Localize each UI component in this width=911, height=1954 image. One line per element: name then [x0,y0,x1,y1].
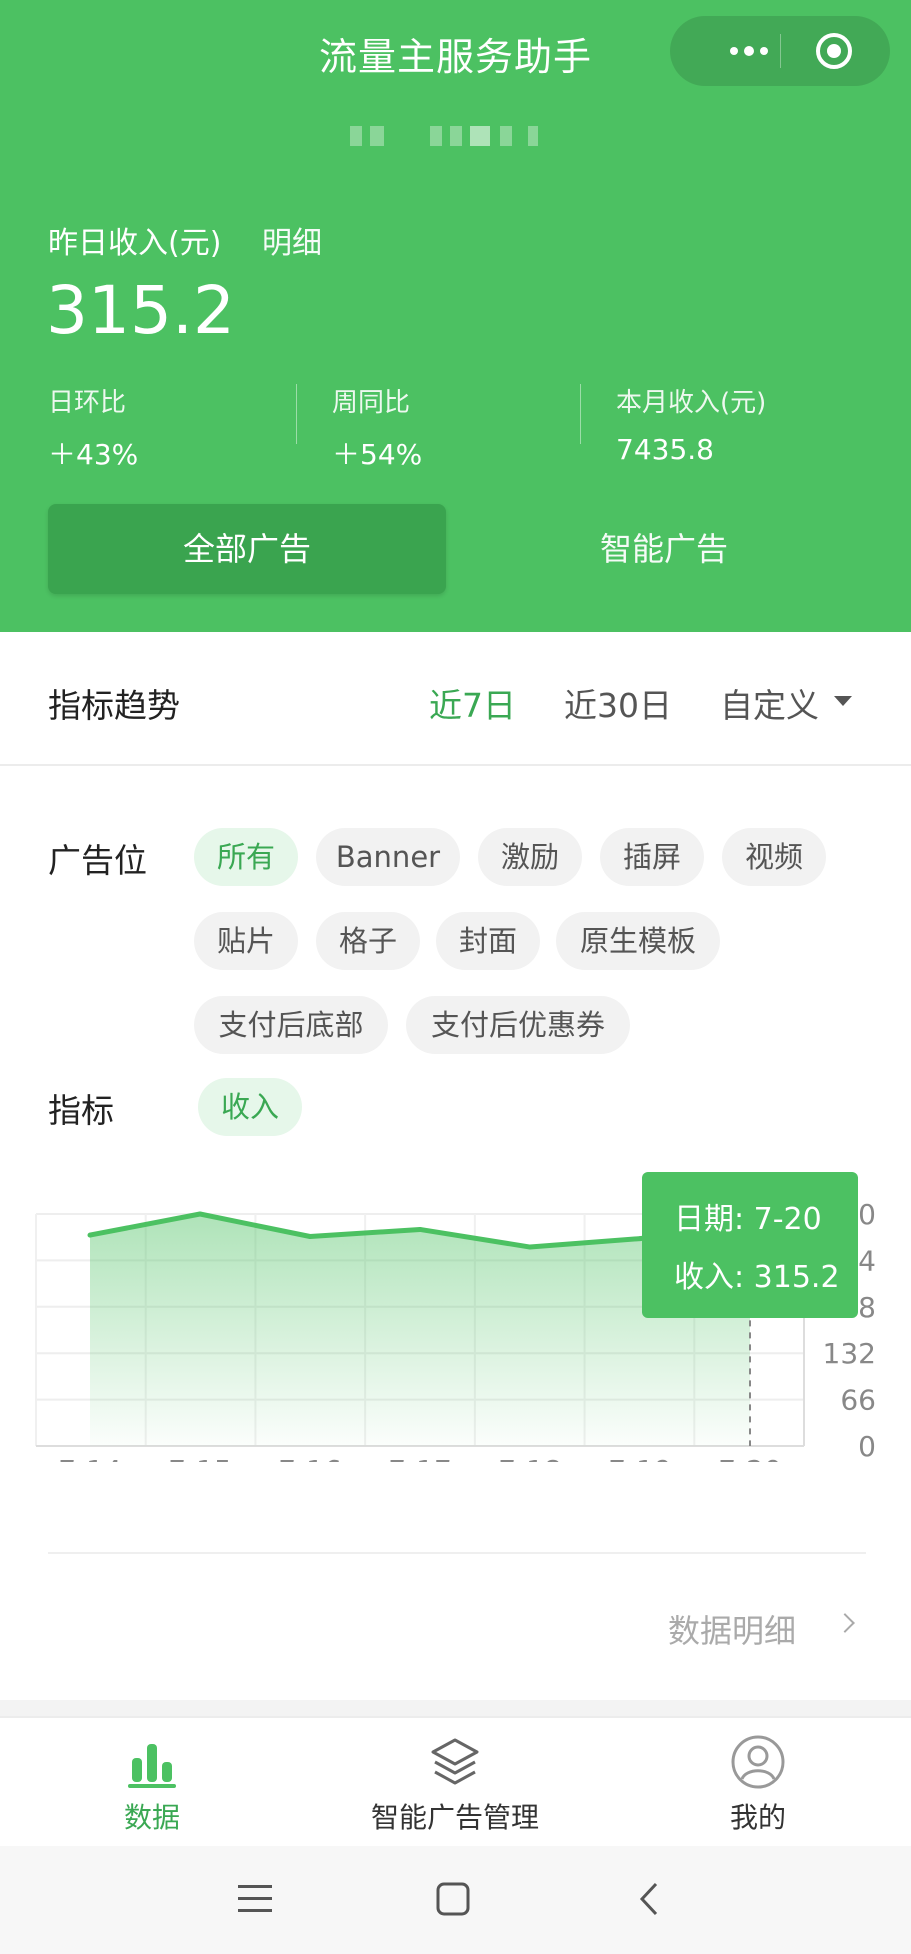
tab-label: 智能广告管理 [370,1801,539,1834]
user-icon [731,1735,785,1789]
chip-position[interactable]: 视频 [722,828,826,886]
tooltip-value: 收入: 315.2 [674,1260,840,1295]
home-icon[interactable] [434,1880,472,1918]
income-detail-link[interactable]: 明细 [262,218,322,262]
trend-panel: 指标趋势 近7日 近30日 自定义 广告位 所有 Banner 激励 插屏 视频… [0,632,911,1700]
chip-position[interactable]: 激励 [478,828,582,886]
bar-chart-icon [128,1744,176,1788]
tooltip-date: 日期: 7-20 [674,1202,822,1237]
tab-mine[interactable]: 我的 [658,1718,858,1846]
chevron-right-icon[interactable] [835,1613,855,1633]
tab-label: 我的 [729,1801,786,1834]
data-detail-link[interactable]: 数据明细 [668,1606,796,1652]
tab-smart-ad-manage[interactable]: 智能广告管理 [355,1718,555,1846]
data-point [307,1233,313,1239]
chip-position[interactable]: 格子 [316,912,420,970]
divider [48,1552,866,1554]
x-tick-label: 7-19 [608,1454,672,1462]
chart-tooltip: 日期: 7-20 收入: 315.2 [642,1172,858,1318]
range-30-days[interactable]: 近30日 [564,679,672,727]
y-tick-label: 66 [840,1384,876,1417]
stat-day-ratio: 日环比 ＋43% [48,382,138,473]
tab-data[interactable]: 数据 [52,1718,252,1846]
yesterday-income-label: 昨日收入(元) [48,226,222,261]
stat-label: 周同比 [332,388,411,418]
x-tick-label: 7-16 [278,1454,342,1462]
ad-type-tabs: 全部广告 智能广告 [48,504,863,594]
y-tick-label: 132 [823,1337,876,1370]
chip-position[interactable]: Banner [316,828,460,886]
stat-label: 本月收入(元) [616,388,767,418]
chip-position[interactable]: 插屏 [600,828,704,886]
tab-smart-ads[interactable]: 智能广告 [465,504,863,594]
divider [0,764,911,766]
chip-position[interactable]: 所有 [194,828,298,886]
stat-week-ratio: 周同比 ＋54% [332,382,422,473]
data-point [527,1244,533,1250]
data-point [197,1211,203,1217]
x-tick-label: 7-20 [718,1454,782,1462]
layers-icon [431,1738,479,1785]
x-tick-label: 7-14 [58,1454,122,1462]
back-icon[interactable] [634,1880,662,1918]
x-tick-label: 7-18 [498,1454,562,1462]
chip-position[interactable]: 贴片 [194,912,298,970]
chip-metric[interactable]: 收入 [198,1078,302,1136]
system-nav-bar [0,1846,911,1954]
y-tick-label: 0 [858,1430,876,1462]
data-point [417,1226,423,1232]
data-point [87,1232,93,1238]
range-custom[interactable]: 自定义 [720,679,819,727]
range-7-days[interactable]: 近7日 [429,679,516,727]
more-icon[interactable] [700,16,790,86]
tab-all-ads[interactable]: 全部广告 [48,504,446,594]
trend-title: 指标趋势 [48,686,180,725]
metric-label: 指标 [48,1091,114,1130]
account-name-blurred [350,126,550,148]
tab-label: 数据 [123,1801,180,1834]
mini-program-capsule [670,16,890,86]
x-tick-label: 7-15 [168,1454,232,1462]
yesterday-income-value: 315.2 [46,272,235,349]
x-tick-label: 7-17 [388,1454,452,1462]
chip-position[interactable]: 支付后底部 [194,996,388,1054]
ad-position-label: 广告位 [48,841,147,880]
chip-position[interactable]: 封面 [436,912,540,970]
close-target-icon[interactable] [814,31,854,71]
stat-value: 7435.8 [616,433,714,466]
stat-month-income: 本月收入(元) 7435.8 [616,382,766,466]
chevron-down-icon[interactable] [834,696,852,706]
chip-position[interactable]: 原生模板 [556,912,720,970]
header: 流量主服务助手 昨日收入(元) 明细 315.2 日环比 ＋43% 周同比 ＋5… [0,0,911,632]
menu-icon[interactable] [236,1882,274,1916]
stat-label: 日环比 [48,388,127,418]
stat-value: ＋43% [48,438,139,471]
chip-position[interactable]: 支付后优惠券 [406,996,630,1054]
bottom-tabbar: 数据 智能广告管理 我的 [0,1716,911,1846]
stat-value: ＋54% [332,438,423,471]
